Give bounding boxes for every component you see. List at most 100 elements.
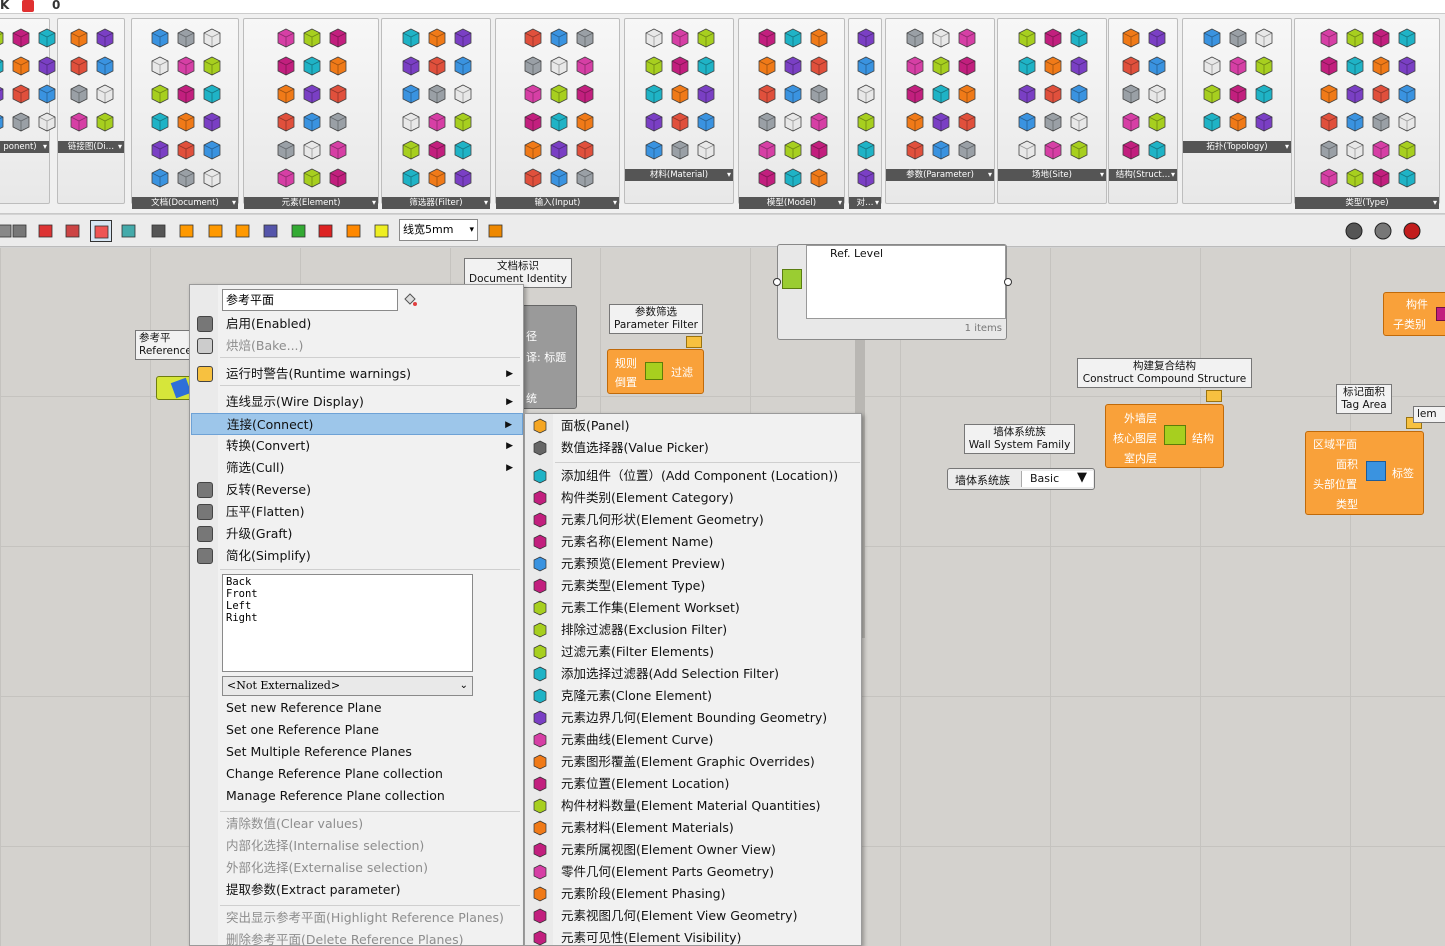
component-icon[interactable] xyxy=(301,167,323,189)
submenu-item[interactable]: 过滤元素(Filter Elements) xyxy=(526,641,861,663)
submenu-item[interactable]: 元素类型(Element Type) xyxy=(526,575,861,597)
component-icon[interactable] xyxy=(0,111,6,133)
component-icon[interactable] xyxy=(10,111,32,133)
component-icon[interactable] xyxy=(1120,111,1142,133)
component-icon[interactable] xyxy=(904,83,926,105)
component-icon[interactable] xyxy=(1016,139,1038,161)
line-width-select[interactable]: 线宽5mm ▾ xyxy=(399,219,478,241)
component-icon[interactable] xyxy=(452,111,474,133)
component-icon[interactable] xyxy=(201,139,223,161)
menu-item[interactable]: 提取参数(Extract parameter) xyxy=(191,879,523,901)
component-icon[interactable] xyxy=(1146,83,1168,105)
component-icon[interactable] xyxy=(327,83,349,105)
component-icon[interactable] xyxy=(175,83,197,105)
component-icon[interactable] xyxy=(1344,167,1366,189)
ribbon-group-label[interactable]: 场地(Site) ▾ xyxy=(998,169,1106,181)
component-icon[interactable] xyxy=(1120,27,1142,49)
component-icon[interactable] xyxy=(327,27,349,49)
component-icon[interactable] xyxy=(68,27,90,49)
component-icon[interactable] xyxy=(400,27,422,49)
component-icon[interactable] xyxy=(1146,55,1168,77)
component-icon[interactable] xyxy=(1318,27,1340,49)
component-icon[interactable] xyxy=(1068,55,1090,77)
ribbon-group-label[interactable]: 参数(Parameter) ▾ xyxy=(886,169,994,181)
externalize-select[interactable]: <Not Externalized> ⌄ xyxy=(222,676,473,696)
component-icon[interactable] xyxy=(400,111,422,133)
component-icon[interactable] xyxy=(855,83,877,105)
component-icon[interactable] xyxy=(1370,111,1392,133)
component-icon[interactable] xyxy=(149,27,171,49)
menu-item[interactable]: 连线显示(Wire Display) ▶ xyxy=(191,391,523,413)
component-icon[interactable] xyxy=(452,167,474,189)
component-icon[interactable] xyxy=(275,55,297,77)
component-icon[interactable] xyxy=(301,111,323,133)
component-icon[interactable] xyxy=(522,83,544,105)
ribbon-group-label[interactable]: 链接图(Di… ▾ xyxy=(58,141,124,153)
component-icon[interactable] xyxy=(175,55,197,77)
component-icon[interactable] xyxy=(695,55,717,77)
component-icon[interactable] xyxy=(149,111,171,133)
component-icon[interactable] xyxy=(548,55,570,77)
component-icon[interactable] xyxy=(808,167,830,189)
component-icon[interactable] xyxy=(0,83,6,105)
component-icon[interactable] xyxy=(756,111,778,133)
component-icon[interactable] xyxy=(1016,111,1038,133)
component-icon[interactable] xyxy=(643,27,665,49)
component-icon[interactable] xyxy=(452,27,474,49)
ribbon-group-label[interactable]: 材料(Material) ▾ xyxy=(625,169,733,181)
component-icon[interactable] xyxy=(1318,167,1340,189)
component-icon[interactable] xyxy=(1253,111,1275,133)
component-icon[interactable] xyxy=(175,167,197,189)
component-icon[interactable] xyxy=(782,83,804,105)
submenu-item[interactable]: 元素阶段(Element Phasing) xyxy=(526,883,861,905)
arrow-icon[interactable]: K xyxy=(0,0,9,12)
component-icon[interactable] xyxy=(695,27,717,49)
component-icon[interactable] xyxy=(149,83,171,105)
component-icon[interactable] xyxy=(1016,83,1038,105)
component-icon[interactable] xyxy=(10,83,32,105)
component-icon[interactable] xyxy=(275,83,297,105)
menu-item[interactable]: 突出显示参考平面(Highlight Reference Planes) xyxy=(191,907,523,929)
component-icon[interactable] xyxy=(548,27,570,49)
component-icon[interactable] xyxy=(0,55,6,77)
component-icon[interactable] xyxy=(1318,111,1340,133)
submenu-item[interactable]: 克隆元素(Clone Element) xyxy=(526,685,861,707)
component-icon[interactable] xyxy=(1068,83,1090,105)
ribbon-group-label[interactable]: 筛选器(Filter) ▾ xyxy=(382,197,490,209)
component-icon[interactable] xyxy=(855,111,877,133)
component-icon[interactable] xyxy=(275,139,297,161)
component-icon[interactable] xyxy=(94,111,116,133)
component-icon[interactable] xyxy=(1068,27,1090,49)
component-icon[interactable] xyxy=(522,55,544,77)
component-icon[interactable] xyxy=(201,55,223,77)
component-icon[interactable] xyxy=(452,83,474,105)
expand-icon[interactable]: ▾ xyxy=(838,197,842,209)
value-list[interactable]: Back Front Left Right xyxy=(222,574,473,672)
component-icon[interactable] xyxy=(1396,27,1418,49)
component-icon[interactable] xyxy=(930,111,952,133)
component-icon[interactable] xyxy=(36,55,58,77)
component-node[interactable]: 构件 子类别 xyxy=(1383,292,1445,336)
menu-item[interactable]: 反转(Reverse) xyxy=(191,479,523,501)
component-icon[interactable] xyxy=(36,111,58,133)
component-icon[interactable] xyxy=(1146,111,1168,133)
expand-icon[interactable]: ▾ xyxy=(875,197,879,209)
component-icon[interactable] xyxy=(275,167,297,189)
component-icon[interactable] xyxy=(1396,167,1418,189)
component-icon[interactable] xyxy=(10,55,32,77)
component-icon[interactable] xyxy=(149,139,171,161)
submenu-item[interactable]: 元素材料(Element Materials) xyxy=(526,817,861,839)
toolbar-tool-icon[interactable] xyxy=(9,220,31,242)
component-icon[interactable] xyxy=(1253,27,1275,49)
expand-icon[interactable]: ▾ xyxy=(613,197,617,209)
expand-icon[interactable]: ▾ xyxy=(372,197,376,209)
component-icon[interactable] xyxy=(1396,111,1418,133)
toolbar-tool-icon[interactable] xyxy=(148,220,170,242)
ribbon-group-label[interactable]: 对… ▾ xyxy=(849,197,881,209)
component-icon[interactable] xyxy=(1344,83,1366,105)
menu-item[interactable]: 升级(Graft) xyxy=(191,523,523,545)
menu-item[interactable]: Set Multiple Reference Planes xyxy=(191,741,523,763)
menu-item[interactable]: 外部化选择(Externalise selection) xyxy=(191,857,523,879)
component-icon[interactable] xyxy=(301,139,323,161)
component-icon[interactable] xyxy=(1396,55,1418,77)
